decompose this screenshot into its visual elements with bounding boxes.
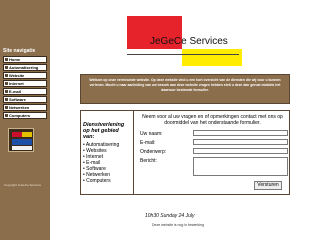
nav-item-computers[interactable]: Computers: [3, 112, 47, 119]
logo-badge-icon: [8, 128, 34, 152]
nav-item-automatisering[interactable]: Automatisering: [3, 64, 47, 71]
logo-divider: [127, 54, 239, 55]
nav-item-software[interactable]: Software: [3, 96, 47, 103]
site-title: JeGeCe Services: [150, 36, 228, 47]
nav-item-label: Home: [9, 57, 21, 62]
nav-item-label: Computers: [9, 113, 31, 118]
message-label: Bericht:: [140, 158, 157, 164]
bullet-icon: [5, 98, 8, 102]
nav-item-internet[interactable]: Internet: [3, 80, 47, 87]
name-label: Uw naam:: [140, 131, 163, 137]
welcome-text: Welkom op onze vernieuwde website. Op de…: [89, 78, 281, 92]
footer-note: Deze website is nog in bewerking: [152, 223, 204, 227]
nav-item-label: Website: [9, 73, 25, 78]
clock-text: 10h30 Sunday 24 July: [145, 213, 195, 219]
service-item: Computers: [83, 178, 131, 184]
services-panel: Dienstverlening op het gebied van: Autom…: [81, 111, 134, 194]
form-intro: Neem voor al uw vragen en of opmerkingen…: [142, 114, 283, 126]
bullet-icon: [5, 82, 8, 86]
name-input[interactable]: [193, 130, 288, 136]
email-label: E-mail:: [140, 140, 156, 146]
contact-form: Neem voor al uw vragen en of opmerkingen…: [136, 111, 289, 194]
bullet-icon: [5, 66, 8, 70]
content-box: Dienstverlening op het gebied van: Autom…: [80, 110, 290, 195]
welcome-box: Welkom op onze vernieuwde website. Op de…: [80, 74, 290, 104]
nav-list: Home Automatisering Website Internet E-m…: [3, 56, 47, 120]
services-title: Dienstverlening op het gebied van:: [83, 122, 125, 140]
logo-yellow-block: [182, 49, 242, 66]
nav-item-email[interactable]: E-mail: [3, 88, 47, 95]
message-textarea[interactable]: [193, 157, 288, 176]
nav-item-label: Netwerken: [9, 105, 30, 110]
email-input[interactable]: [193, 139, 288, 145]
nav-item-label: Internet: [9, 81, 24, 86]
sidebar: Site navigatie Home Automatisering Websi…: [0, 0, 50, 240]
nav-item-netwerken[interactable]: Netwerken: [3, 104, 47, 111]
copyright-text: Copyright JeGeCe Services: [4, 183, 42, 187]
bullet-icon: [5, 106, 8, 110]
services-list: Automatisering Websites Internet E-mail …: [83, 142, 131, 184]
nav-item-website[interactable]: Website: [3, 72, 47, 79]
bullet-icon: [5, 74, 8, 78]
subject-input[interactable]: [193, 148, 288, 154]
nav-item-label: E-mail: [9, 89, 22, 94]
nav-title: Site navigatie: [3, 48, 36, 54]
bullet-icon: [5, 58, 8, 62]
bullet-icon: [5, 90, 8, 94]
nav-item-label: Automatisering: [9, 65, 39, 70]
nav-item-label: Software: [9, 97, 26, 102]
bullet-icon: [5, 114, 8, 118]
submit-button[interactable]: Versturen: [254, 181, 282, 190]
nav-item-home[interactable]: Home: [3, 56, 47, 63]
subject-label: Onderwerp:: [140, 149, 167, 155]
